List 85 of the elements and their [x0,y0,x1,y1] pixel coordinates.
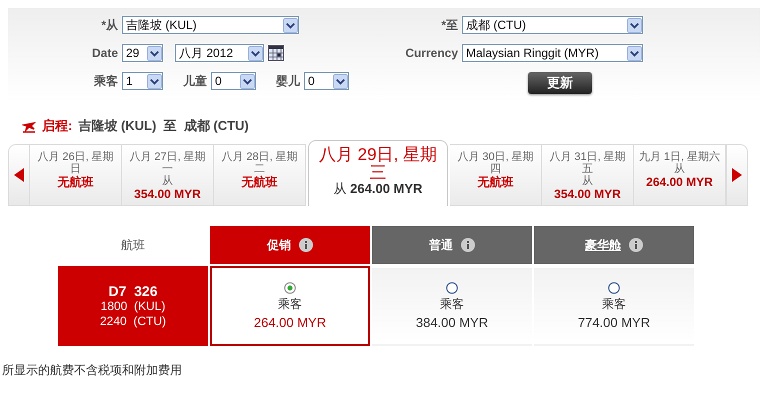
fare-text: 从 264.00 MYR [334,183,422,195]
no-flights-text: 无航班 [58,175,94,189]
date-label: Date [90,46,118,60]
previous-button[interactable] [8,144,30,206]
calendar-icon[interactable] [268,45,284,61]
date-text: 八月 29日, 星期 [318,145,438,164]
date-tab[interactable]: 八月 29日, 星期 三 从 264.00 MYR [308,140,448,206]
arrival-time: 2240 (CTU) [98,314,168,328]
no-flights-text: 无航班 [478,175,514,189]
itinerary-label: 启程: [42,117,72,135]
from-label: 从 [162,175,173,187]
update-button[interactable]: 更新 [528,72,592,94]
passenger-count-dropdown[interactable]: 1 [122,72,163,90]
info-icon[interactable] [299,238,313,252]
origin-dropdown[interactable]: 吉隆坡 (KUL) [122,16,299,34]
fare-cell[interactable]: 乘客 264.00 MYR [210,266,370,346]
flight-number: D7 326 [107,284,159,298]
from-label: *从 [100,16,118,34]
passenger-label: 乘客 [602,296,626,313]
caret-icon [240,74,255,88]
radio-button[interactable] [608,282,620,294]
right-arrow-icon [732,168,742,182]
fare-class-link[interactable]: 豪华舱 [585,236,621,254]
fare-price: 264.00 MYR [254,315,326,330]
date-text: 八月 27日, 星期 [129,151,206,163]
weekday-text: 四 [490,163,501,175]
date-text: 八月 30日, 星期 [457,151,534,163]
caret-icon [147,46,162,60]
passenger-label: 乘客 [440,296,464,313]
info-icon[interactable] [461,238,475,252]
caret-icon [627,18,642,32]
fare-note: 所显示的航费不含税项和附加费用 [2,362,183,379]
passenger-label: 乘客 [278,296,302,313]
currency-label: Currency [404,46,458,60]
caret-icon [627,46,642,60]
departure-time: 1800 (KUL) [100,298,166,314]
fare-price: 354.00 MYR [134,187,201,201]
date-tab[interactable]: 八月 27日, 星期 一 从 354.00 MYR [122,144,214,206]
info-icon[interactable] [629,238,643,252]
route-text: 吉隆坡 (KUL) 至 成都 (CTU) [78,117,249,135]
month-dropdown[interactable]: 八月 2012 [175,44,264,62]
weekday-text: 五 [582,163,593,175]
passenger-count-dropdown[interactable]: 0 [211,72,256,90]
day-dropdown[interactable]: 29 [122,44,163,62]
no-flights-text: 无航班 [242,175,278,189]
fare-price: 354.00 MYR [554,187,621,201]
date-text: 八月 26日, 星期 [37,151,114,163]
radio-button[interactable] [284,282,296,294]
weekday-text: 日 [70,163,81,175]
caret-icon [147,74,162,88]
fare-class-name: 普通 [429,236,453,254]
passenger-label: 乘客 [93,72,118,90]
fare-cell[interactable]: 乘客 774.00 MYR [534,266,694,346]
date-tab[interactable]: 八月 26日, 星期 日 无航班 [30,144,122,206]
from-label: 从 [674,163,685,175]
caret-icon [283,18,298,32]
date-tab[interactable]: 八月 28日, 星期 二 无航班 [214,144,306,206]
date-tab[interactable]: 八月 31日, 星期 五 从 354.00 MYR [542,144,634,206]
fare-class-name: 促销 [267,236,291,254]
weekday-text: 一 [162,163,173,175]
date-text: 九月 1日, 星期六 [638,151,720,163]
flight-header: 航班 [121,238,145,252]
fare-price: 774.00 MYR [578,315,650,330]
passenger-label: 婴儿 [276,72,300,90]
caret-icon [248,46,263,60]
fare-price: 384.00 MYR [416,315,488,330]
left-arrow-icon [14,168,24,182]
date-text: 八月 31日, 星期 [549,151,626,163]
destination-dropdown[interactable]: 成都 (CTU) [462,16,643,34]
date-text: 八月 28日, 星期 [221,151,298,163]
to-label: *至 [440,16,458,34]
date-tab[interactable]: 八月 30日, 星期 四 无航班 [450,144,542,206]
fare-cell[interactable]: 乘客 384.00 MYR [372,266,532,346]
date-tab[interactable]: 九月 1日, 星期六 从 264.00 MYR [634,144,726,206]
next-button[interactable] [726,144,748,206]
weekday-text: 二 [254,163,265,175]
passenger-label: 儿童 [183,72,207,90]
caret-icon [333,74,348,88]
radio-button[interactable] [446,282,458,294]
fare-price: 264.00 MYR [646,175,713,189]
from-label: 从 [582,175,593,187]
weekday-text: 三 [370,164,386,181]
currency-dropdown[interactable]: Malaysian Ringgit (MYR) [462,44,643,62]
passenger-count-dropdown[interactable]: 0 [304,72,349,90]
plane-icon [22,119,36,133]
